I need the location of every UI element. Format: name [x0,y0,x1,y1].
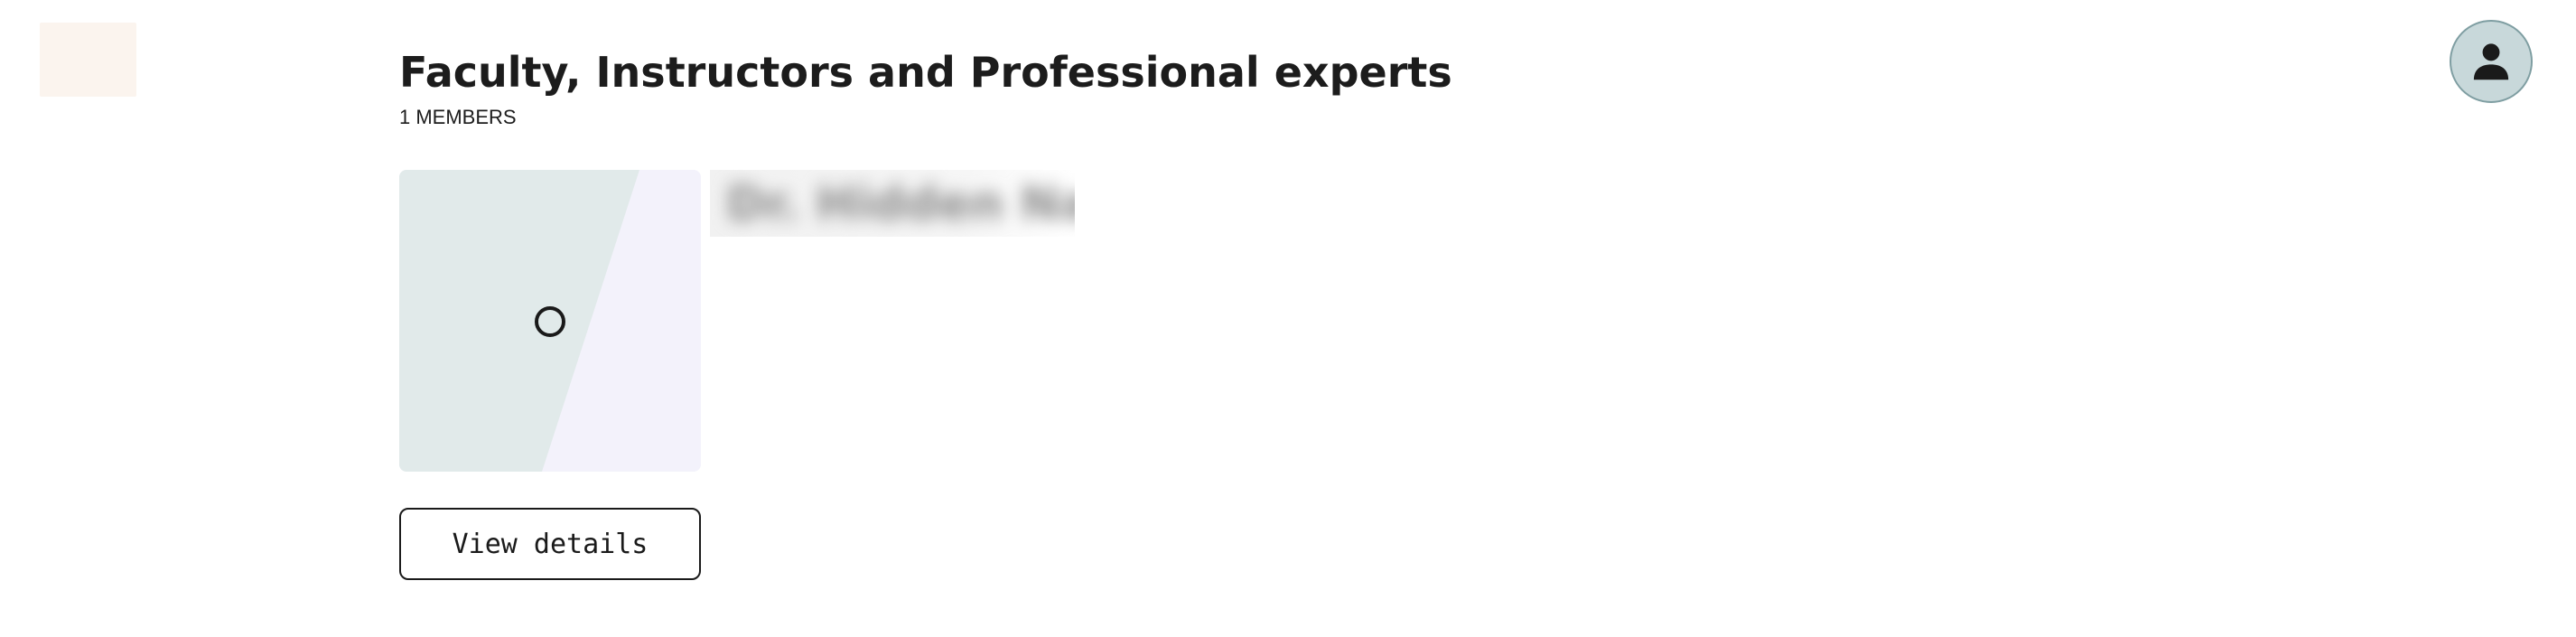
member-count: 1 MEMBERS [399,106,517,128]
member-thumbnail[interactable] [399,170,701,472]
member-name-blurred: Dr. Hidden Name [710,170,1075,237]
user-avatar-button[interactable] [2450,20,2533,103]
member-thumbnail-graphic [399,170,701,472]
member-name: Dr. Hidden Name [726,177,1075,231]
user-icon [2473,43,2509,80]
brand-logo[interactable] [40,23,136,97]
view-details-button[interactable]: View details [399,508,701,580]
page-title: Faculty, Instructors and Professional ex… [399,48,1452,97]
